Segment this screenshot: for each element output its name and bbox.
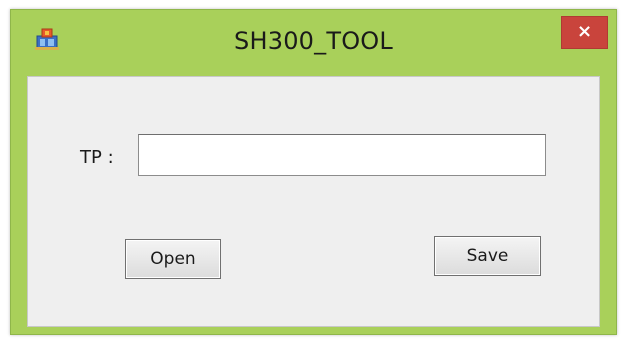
close-button[interactable]: × xyxy=(561,16,608,49)
tp-input[interactable] xyxy=(138,134,546,176)
dialog-body: TP : Open Save xyxy=(27,76,600,327)
app-window: SH300_TOOL × TP : Open Save xyxy=(10,9,617,335)
tp-label: TP : xyxy=(80,147,114,168)
save-button[interactable]: Save xyxy=(434,236,541,276)
window-title: SH300_TOOL xyxy=(234,27,393,55)
open-button[interactable]: Open xyxy=(125,239,221,279)
title-bar[interactable]: SH300_TOOL × xyxy=(11,10,616,74)
